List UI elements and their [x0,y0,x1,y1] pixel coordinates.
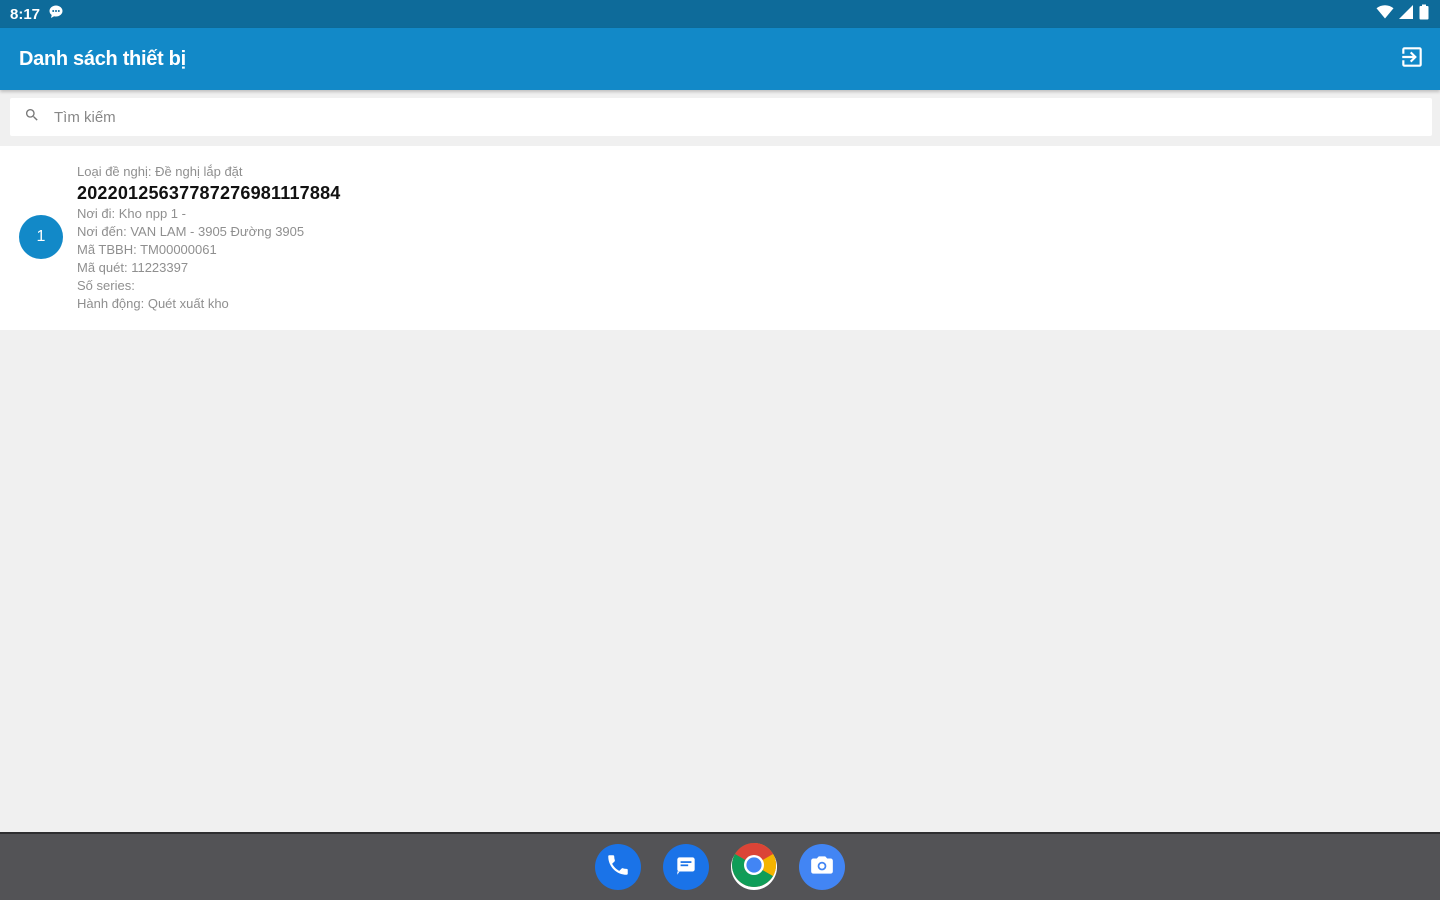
signal-icon [1398,4,1414,25]
list-item[interactable]: 1 Loại đề nghị: Đề nghị lắp đặt 20220125… [0,146,1440,330]
item-index-badge: 1 [19,215,63,259]
phone-icon [605,852,631,883]
app-bar: Danh sách thiết bị [0,28,1440,90]
chat-notification-icon [48,4,64,24]
nav-bar [0,832,1440,900]
messages-icon [673,852,699,883]
status-time: 8:17 [10,5,41,23]
search-icon [24,107,40,128]
device-code: 20220125637787276981117884 [77,183,341,203]
wifi-icon [1376,4,1394,25]
battery-icon [1418,4,1430,25]
search-box[interactable] [10,98,1432,136]
scan-code: Mã quét: 11223397 [77,260,189,275]
messages-app-button[interactable] [663,844,709,890]
status-right [1376,4,1430,25]
camera-icon [809,852,835,883]
tbbh-code: Mã TBBH: TM00000061 [77,242,217,257]
item-details: Loại đề nghị: Đề nghị lắp đặt 2022012563… [77,163,341,313]
to-location: Nơi đến: VAN LAM - 3905 Đường 3905 [77,224,305,239]
page-title: Danh sách thiết bị [19,47,186,70]
logout-button[interactable] [1394,41,1430,77]
device-list: 1 Loại đề nghị: Đề nghị lắp đặt 20220125… [0,146,1440,330]
serial-number: Số series: [77,278,135,293]
status-left: 8:17 [10,4,64,24]
camera-app-button[interactable] [799,844,845,890]
action-text: Hành động: Quét xuất kho [77,296,229,311]
search-input[interactable] [54,108,1354,126]
phone-app-button[interactable] [595,844,641,890]
logout-icon [1399,44,1425,75]
chrome-app-button[interactable] [731,842,777,893]
request-type: Loại đề nghị: Đề nghị lắp đặt [77,164,243,179]
status-bar: 8:17 [0,0,1440,28]
chrome-icon [731,842,777,893]
from-location: Nơi đi: Kho npp 1 - [77,206,186,221]
